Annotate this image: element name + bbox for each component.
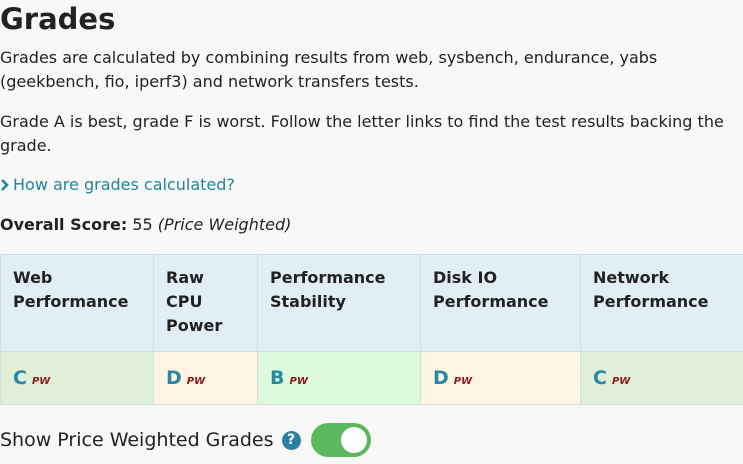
overall-score: Overall Score: 55 (Price Weighted)	[0, 213, 291, 237]
grades-row: C PW D PW B PW D PW C PW	[0, 351, 743, 405]
header-network-performance: Network Performance	[580, 254, 743, 352]
toggle-knob	[340, 427, 367, 453]
price-weighted-tag: PW	[31, 376, 51, 387]
price-weighted-toggle-label: Show Price Weighted Grades	[0, 429, 274, 451]
price-weighted-tag: PW	[611, 376, 631, 387]
grades-scale-note: Grade A is best, grade F is worst. Follo…	[0, 112, 724, 155]
price-weighted-toggle[interactable]	[310, 423, 371, 457]
header-disk-io-performance: Disk IO Performance	[420, 254, 581, 352]
grade-link-raw-cpu-power[interactable]: D	[166, 367, 182, 389]
header-performance-stability: Performance Stability	[257, 254, 421, 352]
header-raw-cpu-power: Raw CPU Power	[153, 254, 258, 352]
page-title: Grades	[0, 2, 116, 36]
header-web-performance: Web Performance	[0, 254, 154, 352]
help-icon[interactable]: ?	[281, 430, 301, 450]
grade-cell-disk-io-performance: D PW	[420, 351, 581, 405]
grade-link-performance-stability[interactable]: B	[270, 367, 284, 389]
price-weighted-tag: PW	[289, 376, 308, 387]
grades-header-row: Web Performance Raw CPU Power Performanc…	[0, 254, 743, 352]
overall-score-value: 55	[132, 215, 153, 234]
price-weighted-toggle-row: Show Price Weighted Grades ?	[0, 422, 371, 458]
overall-score-label: Overall Score:	[0, 215, 128, 234]
overall-score-qualifier: (Price Weighted)	[157, 215, 292, 234]
grades-intro-text: Grades are calculated by combining resul…	[0, 48, 658, 91]
grade-link-web-performance[interactable]: C	[13, 367, 27, 389]
grade-link-network-performance[interactable]: C	[593, 367, 607, 389]
grade-link-disk-io-performance[interactable]: D	[433, 367, 449, 389]
grade-cell-web-performance: C PW	[0, 351, 154, 405]
grades-table: Web Performance Raw CPU Power Performanc…	[0, 254, 743, 405]
grade-cell-performance-stability: B PW	[257, 351, 421, 405]
price-weighted-tag: PW	[453, 376, 473, 387]
how-grades-calculated-label: How are grades calculated?	[13, 175, 235, 194]
grade-cell-raw-cpu-power: D PW	[153, 351, 258, 405]
grade-cell-network-performance: C PW	[580, 351, 743, 405]
chevron-right-icon	[1, 179, 9, 191]
price-weighted-tag: PW	[186, 376, 206, 387]
how-grades-calculated-link[interactable]: How are grades calculated?	[0, 173, 235, 197]
